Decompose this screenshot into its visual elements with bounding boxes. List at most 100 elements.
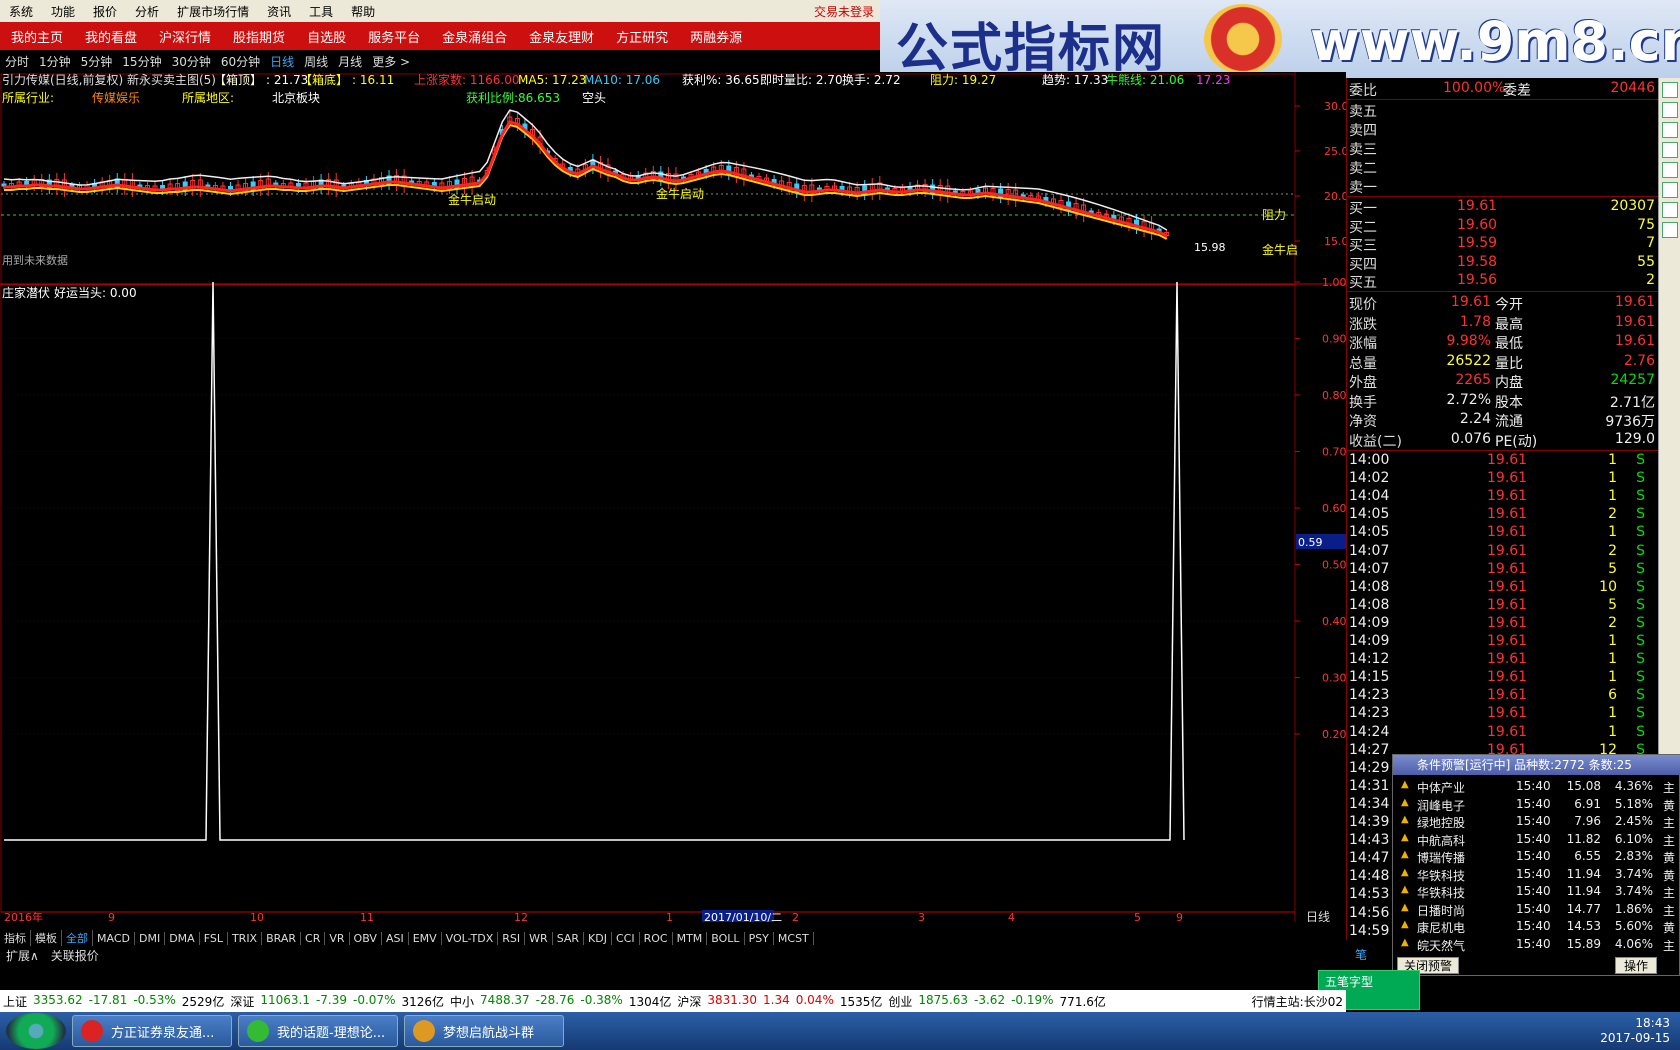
tool-search-icon[interactable] bbox=[1661, 202, 1678, 218]
index-name[interactable]: 深证 bbox=[227, 993, 257, 1010]
tick-time: 14:23 bbox=[1349, 687, 1390, 704]
menu-extended-market[interactable]: 扩展市场行情 bbox=[168, 3, 258, 20]
menu-system[interactable]: 系统 bbox=[0, 3, 42, 20]
tab-mcst[interactable]: MCST bbox=[774, 931, 814, 945]
alert-operate-button[interactable]: 操作 bbox=[1614, 957, 1657, 974]
alert-row[interactable]: ▲ 中航高科 15:40 11.82 6.10% 主 bbox=[1393, 832, 1680, 849]
alert-price: 14.53 bbox=[1566, 919, 1601, 933]
nav-home[interactable]: 我的主页 bbox=[0, 27, 74, 46]
tab-sar[interactable]: SAR bbox=[553, 931, 585, 945]
tab-brar[interactable]: BRAR bbox=[262, 931, 302, 945]
menu-tools[interactable]: 工具 bbox=[300, 3, 342, 20]
tab-roc[interactable]: ROC bbox=[640, 931, 673, 945]
index-name[interactable]: 沪深 bbox=[674, 993, 704, 1010]
tab-indicator[interactable]: 指标 bbox=[0, 930, 31, 946]
tab-rsi[interactable]: RSI bbox=[498, 931, 526, 945]
menu-analysis[interactable]: 分析 bbox=[126, 3, 168, 20]
tab-trix[interactable]: TRIX bbox=[228, 931, 263, 945]
menu-help[interactable]: 帮助 bbox=[342, 3, 384, 20]
tab-template[interactable]: 模板 bbox=[31, 930, 62, 946]
tool-kline-icon[interactable] bbox=[1661, 162, 1678, 178]
tab-emv[interactable]: EMV bbox=[409, 931, 442, 945]
tab-vol-tdx[interactable]: VOL-TDX bbox=[442, 931, 499, 945]
alert-pct: 6.10% bbox=[1614, 831, 1653, 846]
index-name[interactable]: 创业 bbox=[885, 993, 915, 1010]
task-app-3[interactable]: 梦想启航战斗群 bbox=[404, 1015, 564, 1047]
tab-macd[interactable]: MACD bbox=[93, 931, 135, 945]
period-monthly[interactable]: 月线 bbox=[333, 53, 367, 70]
nav-watchlist[interactable]: 自选股 bbox=[296, 27, 357, 46]
tab-asi[interactable]: ASI bbox=[382, 931, 409, 945]
alert-row[interactable]: ▲ 华铁科技 15:40 11.94 3.74% 黄 bbox=[1393, 867, 1680, 884]
kline-chart-area[interactable]: 引力传媒(日线,前复权) 新永买卖主图(5) 【箱顶】 : 21.73 【箱底】… bbox=[0, 72, 1346, 922]
start-button-icon[interactable] bbox=[6, 1013, 66, 1049]
tab-cr[interactable]: CR bbox=[301, 931, 326, 945]
tab-kdj[interactable]: KDJ bbox=[584, 931, 612, 945]
alert-row[interactable]: ▲ 日播时尚 15:40 14.77 1.86% 主 bbox=[1393, 902, 1680, 919]
tab-dmi[interactable]: DMI bbox=[135, 931, 166, 945]
tick-row: 14:05 19.61 1 S bbox=[1347, 524, 1659, 542]
period-30min[interactable]: 30分钟 bbox=[167, 53, 216, 70]
alert-row[interactable]: ▲ 绿地控股 15:40 7.96 2.45% 主 bbox=[1393, 814, 1680, 831]
tab-psy[interactable]: PSY bbox=[745, 931, 774, 945]
tick-tab[interactable]: 笔 bbox=[1355, 946, 1367, 963]
alert-title[interactable]: 条件预警[运行中] 品种数:2772 条数:25 bbox=[1393, 755, 1680, 775]
alert-row[interactable]: ▲ 博瑞传播 15:40 6.55 2.83% 黄 bbox=[1393, 849, 1680, 866]
task-app-2[interactable]: 我的话题-理想论... bbox=[238, 1015, 398, 1047]
system-tray[interactable]: 18:43 2017-09-15 bbox=[1600, 1016, 1680, 1046]
tab-related-quote[interactable]: 关联报价 bbox=[45, 947, 105, 964]
tab-mtm[interactable]: MTM bbox=[673, 931, 708, 945]
alert-pct: 4.36% bbox=[1614, 779, 1653, 793]
index-name[interactable]: 中小 bbox=[447, 993, 477, 1010]
tool-line-icon[interactable] bbox=[1661, 142, 1678, 158]
nav-finance[interactable]: 金泉友理财 bbox=[518, 27, 605, 46]
task-label: 方正证券泉友通... bbox=[111, 1025, 215, 1041]
task-app-1[interactable]: 方正证券泉友通... bbox=[72, 1015, 232, 1047]
nav-sh-sz-market[interactable]: 沪深行情 bbox=[148, 27, 222, 46]
alert-row[interactable]: ▲ 皖天然气 15:40 15.89 4.06% 主 bbox=[1393, 937, 1680, 954]
nav-index-futures[interactable]: 股指期货 bbox=[222, 27, 296, 46]
tool-chart-icon[interactable] bbox=[1661, 102, 1678, 118]
period-1min[interactable]: 1分钟 bbox=[34, 53, 76, 70]
ask-label: 卖四 bbox=[1349, 123, 1377, 139]
index-name[interactable]: 上证 bbox=[0, 993, 30, 1010]
login-status[interactable]: 交易未登录 bbox=[814, 3, 880, 20]
alert-time: 15:40 bbox=[1516, 849, 1551, 863]
tab-vr[interactable]: VR bbox=[325, 931, 350, 945]
tool-up-icon[interactable] bbox=[1661, 82, 1678, 98]
period-intraday[interactable]: 分时 bbox=[0, 53, 34, 70]
tool-list-icon[interactable] bbox=[1661, 122, 1678, 138]
tool-f10-icon[interactable] bbox=[1661, 182, 1678, 198]
tab-boll[interactable]: BOLL bbox=[707, 931, 745, 945]
tab-dma[interactable]: DMA bbox=[165, 931, 200, 945]
tab-cci[interactable]: CCI bbox=[612, 931, 640, 945]
nav-margin-source[interactable]: 两融券源 bbox=[679, 27, 753, 46]
menu-news[interactable]: 资讯 bbox=[258, 3, 300, 20]
alert-row[interactable]: ▲ 康尼机电 15:40 14.53 5.60% 黄 bbox=[1393, 919, 1680, 936]
period-daily[interactable]: 日线 bbox=[265, 53, 299, 70]
menu-function[interactable]: 功能 bbox=[42, 3, 84, 20]
period-more[interactable]: 更多 > bbox=[367, 53, 415, 70]
alert-panel: 条件预警[运行中] 品种数:2772 条数:25 ▲ 中体产业 15:40 15.08… bbox=[1392, 754, 1680, 976]
period-15min[interactable]: 15分钟 bbox=[117, 53, 166, 70]
alert-row[interactable]: ▲ 华铁科技 15:40 11.94 3.74% 主 bbox=[1393, 884, 1680, 901]
nav-my-watch[interactable]: 我的看盘 bbox=[74, 27, 148, 46]
tab-extend[interactable]: 扩展∧ bbox=[0, 947, 45, 964]
menu-quote[interactable]: 报价 bbox=[84, 3, 126, 20]
alert-row[interactable]: ▲ 中体产业 15:40 15.08 4.36% 主 bbox=[1393, 779, 1680, 796]
tab-all[interactable]: 全部 bbox=[62, 930, 93, 946]
nav-service[interactable]: 服务平台 bbox=[357, 27, 431, 46]
period-5min[interactable]: 5分钟 bbox=[76, 53, 118, 70]
stat-label: 净资 bbox=[1349, 414, 1377, 430]
tab-fsl[interactable]: FSL bbox=[200, 931, 228, 945]
tab-obv[interactable]: OBV bbox=[350, 931, 382, 945]
alert-row[interactable]: ▲ 润峰电子 15:40 6.91 5.18% 黄 bbox=[1393, 797, 1680, 814]
nav-research[interactable]: 方正研究 bbox=[605, 27, 679, 46]
tool-settings-icon[interactable] bbox=[1661, 222, 1678, 238]
period-weekly[interactable]: 周线 bbox=[299, 53, 333, 70]
station-info[interactable]: 行情主站:长沙02 bbox=[1249, 993, 1346, 1010]
tick-volume: 1 bbox=[1608, 633, 1617, 649]
period-60min[interactable]: 60分钟 bbox=[216, 53, 265, 70]
tab-wr[interactable]: WR bbox=[525, 931, 553, 945]
nav-portfolio[interactable]: 金泉涌组合 bbox=[431, 27, 518, 46]
